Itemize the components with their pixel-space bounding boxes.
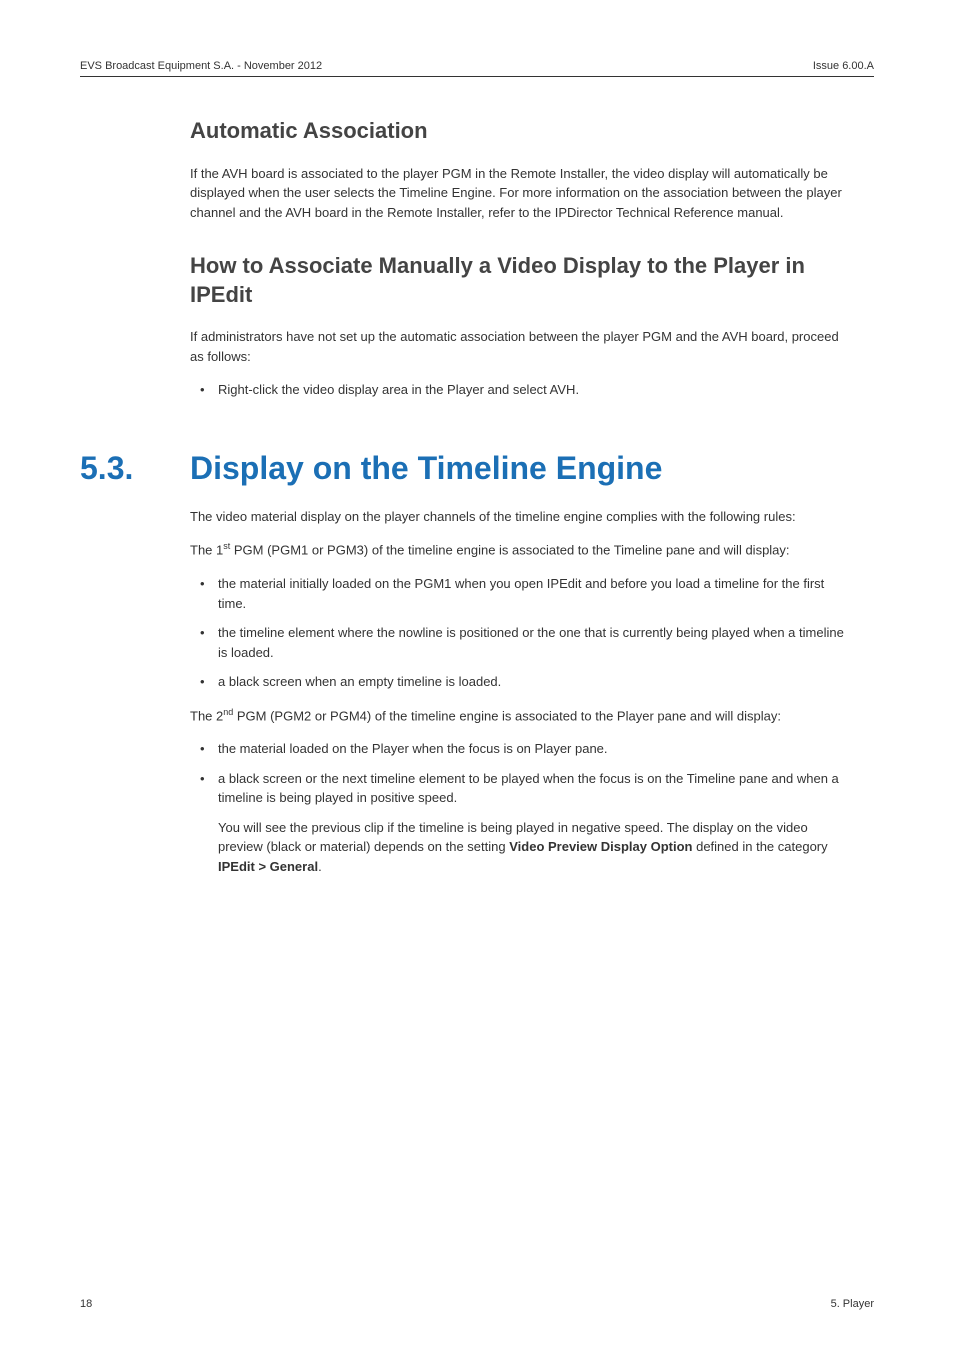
list-item: the timeline element where the nowline i… (190, 623, 854, 662)
paragraph: The 2nd PGM (PGM2 or PGM4) of the timeli… (190, 706, 854, 726)
paragraph: The 1st PGM (PGM1 or PGM3) of the timeli… (190, 540, 854, 560)
bullet-list: the material loaded on the Player when t… (190, 739, 854, 876)
text-fragment: The 1 (190, 543, 223, 558)
list-item: the material initially loaded on the PGM… (190, 574, 854, 613)
page: EVS Broadcast Equipment S.A. - November … (0, 0, 954, 1350)
text-fragment: . (318, 859, 322, 874)
list-item: the material loaded on the Player when t… (190, 739, 854, 759)
text-fragment: PGM (PGM2 or PGM4) of the timeline engin… (233, 708, 781, 723)
header-right: Issue 6.00.A (813, 60, 874, 72)
heading-display-timeline-engine: 5.3. Display on the Timeline Engine (80, 450, 854, 487)
list-item: a black screen when an empty timeline is… (190, 672, 854, 692)
list-item: Right-click the video display area in th… (190, 380, 854, 400)
section-title: Display on the Timeline Engine (190, 450, 662, 487)
page-number: 18 (80, 1298, 92, 1310)
header-left: EVS Broadcast Equipment S.A. - November … (80, 60, 322, 72)
header-bar: EVS Broadcast Equipment S.A. - November … (80, 60, 874, 77)
bold-text: IPEdit > General (218, 859, 318, 874)
list-item: a black screen or the next timeline elem… (190, 769, 854, 877)
heading-automatic-association: Automatic Association (190, 117, 854, 146)
footer: 18 5. Player (80, 1298, 874, 1310)
bullet-list: the material initially loaded on the PGM… (190, 574, 854, 692)
section-number: 5.3. (80, 450, 190, 487)
text-fragment: a black screen or the next timeline elem… (218, 771, 839, 806)
text-fragment: defined in the category (692, 839, 827, 854)
footer-section: 5. Player (831, 1298, 874, 1310)
paragraph: You will see the previous clip if the ti… (218, 818, 854, 877)
superscript: nd (223, 707, 233, 717)
paragraph: If the AVH board is associated to the pl… (190, 164, 854, 223)
paragraph: If administrators have not set up the au… (190, 327, 854, 366)
bullet-list: Right-click the video display area in th… (190, 380, 854, 400)
heading-manual-associate: How to Associate Manually a Video Displa… (190, 252, 854, 309)
paragraph: The video material display on the player… (190, 507, 854, 527)
text-fragment: PGM (PGM1 or PGM3) of the timeline engin… (230, 543, 789, 558)
content-area: Automatic Association If the AVH board i… (190, 117, 854, 876)
text-fragment: The 2 (190, 708, 223, 723)
bold-text: Video Preview Display Option (509, 839, 692, 854)
